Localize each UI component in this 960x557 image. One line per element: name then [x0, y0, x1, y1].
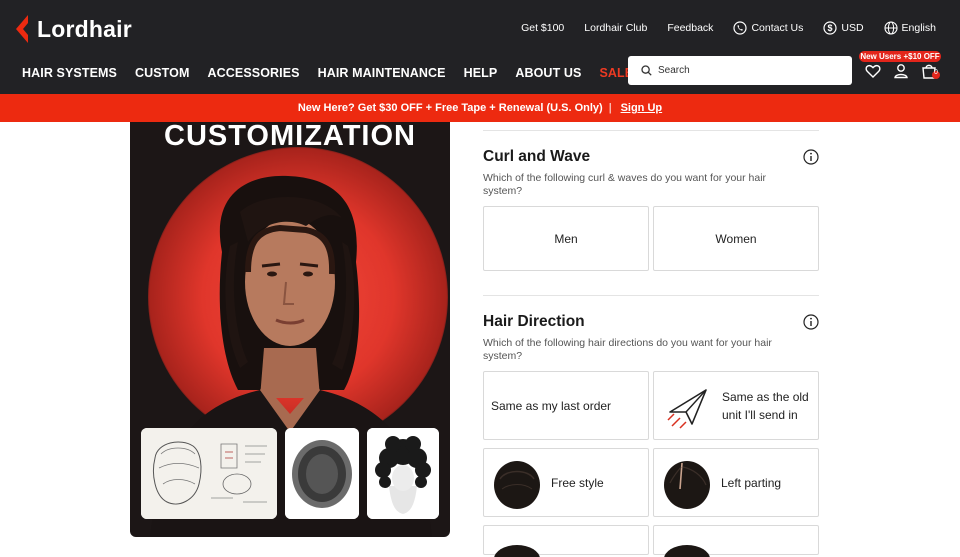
feedback-label: Feedback [667, 22, 714, 34]
language-label: English [901, 22, 936, 34]
get-100-label: Get $100 [521, 22, 565, 34]
contact-us-label: Contact Us [751, 22, 804, 34]
section-divider [483, 295, 819, 296]
curl-wave-section: Curl and Wave Which of the following cur… [483, 148, 819, 198]
feedback-link[interactable]: Feedback [667, 22, 713, 34]
language-selector[interactable]: English [883, 21, 936, 35]
nav-hair-systems[interactable]: HAIR SYSTEMS [22, 66, 117, 80]
svg-text:$: $ [828, 23, 833, 33]
search-input[interactable] [658, 65, 838, 76]
section-divider-top [483, 130, 819, 131]
info-icon[interactable] [803, 149, 819, 165]
option-same-as-old-unit-label: Same as the old unit I'll send in [722, 389, 809, 422]
option-same-as-last-order[interactable]: Same as my last order [483, 371, 649, 440]
option-left-parting-label: Left parting [721, 475, 782, 490]
currency-selector[interactable]: $ USD [823, 21, 864, 35]
free-style-hair-image [494, 460, 540, 509]
top-links: Get $100 Lordhair Club Feedback Contact … [501, 17, 936, 39]
lordhair-club-link[interactable]: Lordhair Club [584, 22, 647, 34]
curl-wave-description: Which of the following curl & waves do y… [483, 172, 767, 197]
search-icon [641, 65, 652, 76]
sketch-thumbnail[interactable] [141, 428, 277, 519]
hair-direction-title: Hair Direction [483, 313, 585, 330]
option-more-2[interactable] [653, 525, 819, 557]
option-free-style-label: Free style [551, 475, 604, 490]
hero-title: CUSTOMIZATION [164, 122, 416, 152]
option-women[interactable]: Women [653, 206, 819, 271]
contact-us-link[interactable]: Contact Us [733, 21, 803, 35]
hair-sketch-image [141, 428, 277, 519]
nav-accessories[interactable]: ACCESSORIES [208, 66, 300, 80]
logo[interactable]: Lordhair [14, 13, 132, 45]
phone-icon [733, 21, 748, 35]
promo-separator: | [608, 102, 612, 114]
search-box[interactable] [628, 56, 852, 85]
info-icon[interactable] [803, 314, 819, 330]
hair-direction-description: Which of the following hair directions d… [483, 337, 772, 362]
option-more-1[interactable] [483, 525, 649, 557]
hair-image [664, 545, 710, 557]
curly-hair-image [367, 428, 439, 519]
site-header: Lordhair Get $100 Lordhair Club Feedback… [0, 0, 960, 94]
promo-text: New Here? Get $30 OFF + Free Tape + Rene… [297, 102, 603, 114]
curly-hair-thumbnail[interactable] [367, 428, 439, 519]
hair-image [494, 545, 540, 557]
globe-icon [883, 21, 898, 35]
option-free-style[interactable]: Free style [483, 448, 649, 517]
nav-custom[interactable]: CUSTOM [135, 66, 190, 80]
left-parting-hair-image [664, 460, 710, 509]
main-nav: HAIR SYSTEMS CUSTOM ACCESSORIES HAIR MAI… [22, 66, 651, 80]
option-same-as-old-unit[interactable]: Same as the old unit I'll send in [653, 371, 819, 440]
logo-text: Lordhair [37, 15, 132, 42]
option-men-label: Men [554, 231, 578, 246]
paper-plane-icon [667, 388, 707, 429]
option-left-parting[interactable]: Left parting [653, 448, 819, 517]
hair-direction-section: Hair Direction Which of the following ha… [483, 313, 819, 363]
cart-count: 0 [934, 69, 938, 76]
sign-up-link[interactable]: Sign Up [621, 102, 663, 114]
get-100-link[interactable]: Get $100 [521, 22, 564, 34]
option-women-label: Women [715, 231, 757, 246]
hair-base-thumbnail[interactable] [285, 428, 359, 519]
option-same-as-last-order-label: Same as my last order [491, 398, 612, 413]
curl-wave-title: Curl and Wave [483, 148, 591, 165]
new-users-badge: New Users +$10 OFF [859, 51, 941, 62]
customization-hero: CUSTOMIZATION [130, 122, 450, 537]
nav-help[interactable]: HELP [464, 66, 498, 80]
account-icon[interactable] [893, 63, 909, 79]
option-men[interactable]: Men [483, 206, 649, 271]
nav-about-us[interactable]: ABOUT US [515, 66, 581, 80]
logo-mark-icon [16, 15, 28, 43]
dollar-icon: $ [823, 21, 837, 35]
currency-label: USD [841, 22, 864, 34]
nav-hair-maintenance[interactable]: HAIR MAINTENANCE [318, 66, 446, 80]
hair-system-base-image [285, 428, 359, 519]
promo-banner: New Here? Get $30 OFF + Free Tape + Rene… [0, 94, 960, 122]
heart-icon[interactable] [865, 63, 881, 79]
lordhair-club-label: Lordhair Club [584, 22, 648, 34]
